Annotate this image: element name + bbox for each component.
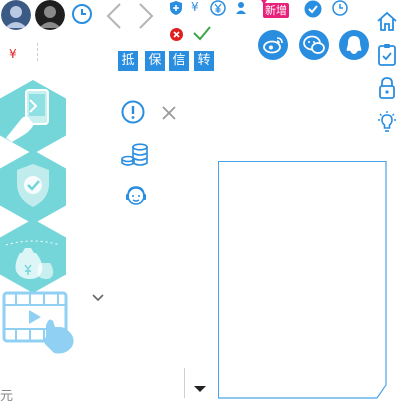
new-badge: 新增 <box>261 0 289 18</box>
clock-small-icon <box>332 0 348 20</box>
tag-transfer[interactable]: 转 <box>194 51 214 71</box>
lock-icon[interactable] <box>378 76 396 104</box>
yen-circle-icon <box>210 0 226 20</box>
close-icon[interactable] <box>162 105 176 124</box>
tag-insurance[interactable]: 保 <box>145 51 165 71</box>
shield-plus-icon <box>169 0 183 20</box>
bottom-divider <box>184 368 185 398</box>
weibo-icon <box>263 37 283 54</box>
security-shield-hexagon[interactable] <box>0 150 66 224</box>
person-icon <box>235 0 247 19</box>
wechat-icon <box>303 35 325 54</box>
customer-service-icon <box>124 184 148 212</box>
qq-icon <box>346 36 362 54</box>
chevron-down-icon[interactable] <box>91 289 105 308</box>
mobile-pay-hexagon[interactable] <box>0 80 66 154</box>
check-circle-icon <box>304 0 322 22</box>
lightbulb-icon[interactable] <box>375 110 399 138</box>
tag-credit[interactable]: 信 <box>169 51 189 71</box>
content-panel-border <box>218 161 387 399</box>
clock-icon[interactable] <box>71 3 93 29</box>
yen-icon: ¥ <box>191 0 199 14</box>
vertical-divider <box>37 43 39 61</box>
dropdown-caret-icon[interactable] <box>193 378 207 397</box>
currency-unit-label: 元 <box>0 389 14 404</box>
video-tutorial-icon[interactable] <box>2 291 78 361</box>
money-bag-hexagon[interactable] <box>0 219 66 293</box>
forward-arrow-icon[interactable] <box>136 2 156 34</box>
qq-share-button[interactable] <box>339 30 369 60</box>
new-badge-label: 新增 <box>265 4 287 17</box>
clipboard-check-icon[interactable] <box>377 43 397 71</box>
wechat-share-button[interactable] <box>299 30 329 60</box>
guest-avatar[interactable] <box>35 0 65 30</box>
home-icon[interactable] <box>376 10 398 36</box>
yen-icon-small: ¥ <box>9 47 17 61</box>
warning-circle-icon[interactable] <box>121 100 145 128</box>
coins-icon <box>121 143 149 171</box>
close-red-icon[interactable] <box>170 26 183 45</box>
back-arrow-icon[interactable] <box>104 2 124 34</box>
tag-mortgage[interactable]: 抵 <box>118 51 138 71</box>
user-avatar[interactable] <box>1 0 31 30</box>
weibo-share-button[interactable] <box>258 30 288 60</box>
check-green-icon[interactable] <box>192 24 212 46</box>
